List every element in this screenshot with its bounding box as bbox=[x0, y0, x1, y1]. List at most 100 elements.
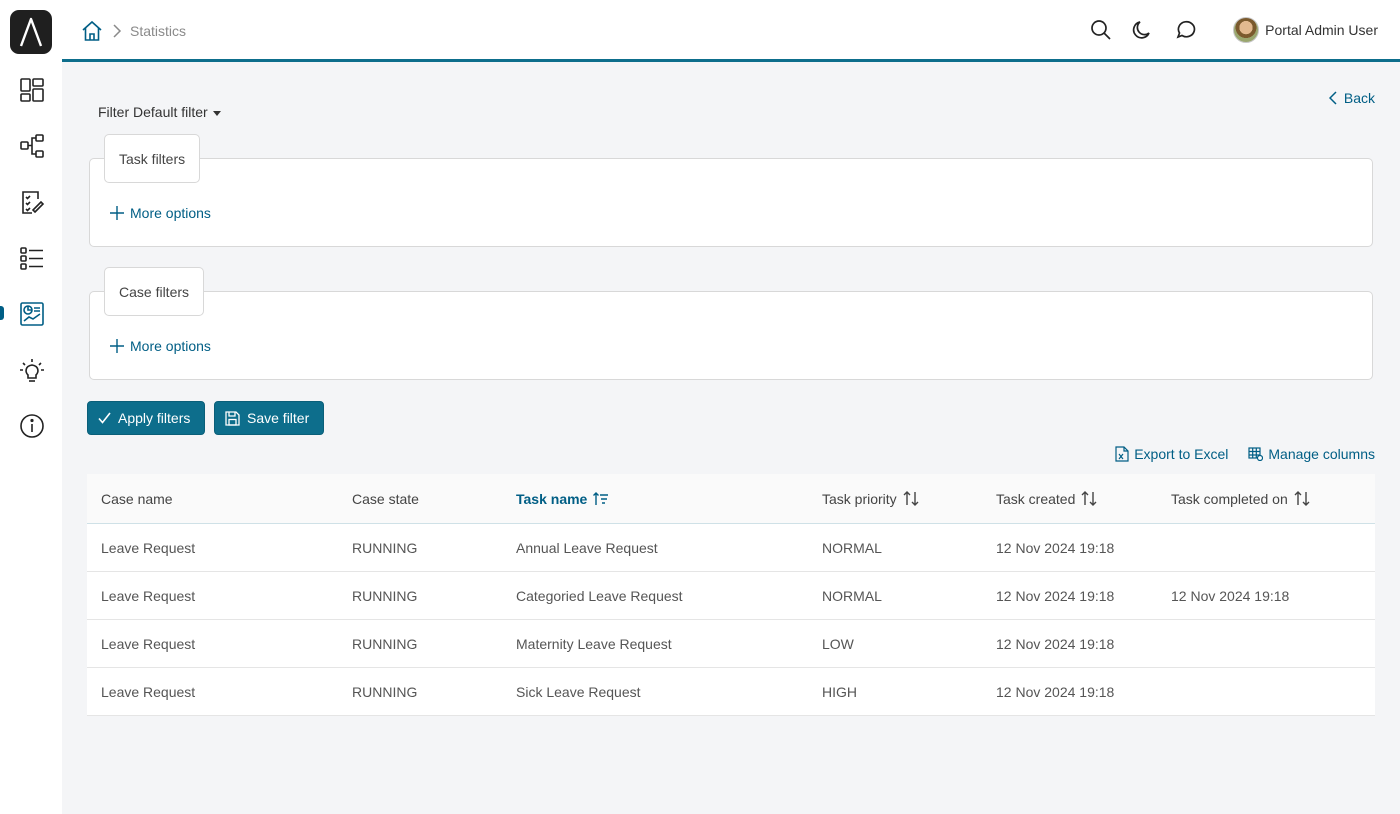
export-excel-label: Export to Excel bbox=[1134, 446, 1229, 462]
sort-icon bbox=[1294, 491, 1310, 506]
export-excel-link[interactable]: Export to Excel bbox=[1115, 446, 1228, 462]
plus-icon bbox=[110, 206, 124, 220]
save-filter-label: Save filter bbox=[247, 410, 310, 426]
cell-case-name: Leave Request bbox=[101, 635, 196, 652]
statistics-icon bbox=[20, 302, 44, 326]
home-icon bbox=[82, 20, 102, 41]
case-filters-panel bbox=[89, 291, 1373, 380]
filter-selector[interactable]: Filter Default filter bbox=[98, 104, 221, 120]
search-button[interactable] bbox=[1085, 14, 1117, 46]
chevron-left-icon bbox=[1328, 91, 1337, 105]
dashboard-icon bbox=[20, 78, 44, 102]
caret-down-icon bbox=[212, 110, 221, 116]
user-name: Portal Admin User bbox=[1265, 22, 1378, 38]
sidebar-item-statistics[interactable] bbox=[14, 296, 50, 332]
moon-icon bbox=[1133, 21, 1150, 39]
save-icon bbox=[225, 410, 240, 426]
cell-task-name: Categoried Leave Request bbox=[516, 587, 683, 604]
cell-task-created: 12 Nov 2024 19:18 bbox=[996, 587, 1115, 604]
save-filter-button[interactable]: Save filter bbox=[214, 401, 325, 435]
process-icon bbox=[20, 134, 44, 158]
sidebar-item-cases[interactable] bbox=[14, 240, 50, 276]
back-link[interactable]: Back bbox=[1328, 90, 1375, 106]
case-filters-legend: Case filters bbox=[104, 267, 205, 316]
cell-case-name: Leave Request bbox=[101, 683, 196, 700]
manage-columns-label: Manage columns bbox=[1268, 446, 1375, 462]
cell-task-created: 12 Nov 2024 19:18 bbox=[996, 635, 1115, 652]
user-menu[interactable]: Portal Admin User bbox=[1233, 17, 1378, 43]
column-header-task-name[interactable]: Task name bbox=[516, 474, 609, 523]
dark-mode-button[interactable] bbox=[1127, 14, 1159, 46]
table-row[interactable]: Leave Request RUNNING Maternity Leave Re… bbox=[87, 620, 1375, 668]
task-more-options-link[interactable]: More options bbox=[110, 205, 211, 221]
column-header-task-created[interactable]: Task created bbox=[996, 474, 1097, 523]
sidebar-item-ideas[interactable] bbox=[14, 352, 50, 388]
header-actions: Portal Admin User bbox=[1085, 14, 1400, 46]
column-header-case-name[interactable]: Case name bbox=[101, 474, 173, 523]
column-header-task-completed-on[interactable]: Task completed on bbox=[1171, 474, 1310, 523]
tasks-table: Case name Case state Task name Task prio… bbox=[87, 474, 1375, 716]
cell-task-priority: HIGH bbox=[822, 683, 857, 700]
active-nav-marker bbox=[0, 306, 4, 320]
cell-task-created: 12 Nov 2024 19:18 bbox=[996, 539, 1115, 556]
logo-lambda-icon bbox=[19, 17, 43, 47]
cell-task-name: Sick Leave Request bbox=[516, 683, 641, 700]
cell-case-name: Leave Request bbox=[101, 587, 196, 604]
cell-task-created: 12 Nov 2024 19:18 bbox=[996, 683, 1115, 700]
breadcrumb: Statistics bbox=[80, 19, 186, 43]
back-label: Back bbox=[1343, 90, 1375, 106]
task-filters-legend: Task filters bbox=[104, 134, 201, 183]
avatar bbox=[1233, 17, 1260, 43]
sidebar-item-processes[interactable] bbox=[14, 128, 50, 164]
apply-filters-button[interactable]: Apply filters bbox=[87, 401, 206, 435]
cell-task-completed-on: 12 Nov 2024 19:18 bbox=[1171, 587, 1290, 604]
column-header-task-priority[interactable]: Task priority bbox=[822, 474, 919, 523]
table-actions: Export to Excel Manage columns bbox=[1115, 446, 1375, 462]
cell-task-name: Maternity Leave Request bbox=[516, 635, 672, 652]
table-row[interactable]: Leave Request RUNNING Sick Leave Request… bbox=[87, 668, 1375, 716]
column-header-case-state[interactable]: Case state bbox=[352, 474, 419, 523]
cell-case-state: RUNNING bbox=[352, 635, 418, 652]
info-icon bbox=[20, 414, 44, 438]
app-logo[interactable] bbox=[10, 10, 52, 54]
task-filters-panel bbox=[89, 158, 1373, 247]
apply-filters-label: Apply filters bbox=[118, 410, 191, 426]
sidebar-item-dashboard[interactable] bbox=[14, 72, 50, 108]
case-list-icon bbox=[20, 247, 43, 270]
task-more-options-label: More options bbox=[130, 205, 211, 221]
manage-columns-link[interactable]: Manage columns bbox=[1248, 446, 1375, 462]
cell-case-state: RUNNING bbox=[352, 587, 418, 604]
search-icon bbox=[1091, 20, 1111, 40]
sidebar-item-about[interactable] bbox=[14, 408, 50, 444]
cell-case-state: RUNNING bbox=[352, 683, 418, 700]
cell-task-priority: NORMAL bbox=[822, 587, 882, 604]
excel-file-icon bbox=[1115, 446, 1129, 462]
case-more-options-link[interactable]: More options bbox=[110, 338, 211, 354]
cell-case-state: RUNNING bbox=[352, 539, 418, 556]
table-row[interactable]: Leave Request RUNNING Categoried Leave R… bbox=[87, 572, 1375, 620]
sort-ascending-icon bbox=[593, 491, 609, 505]
chevron-right-icon bbox=[113, 24, 122, 38]
filter-selector-label: Filter Default filter bbox=[98, 104, 208, 120]
task-list-icon bbox=[22, 191, 45, 214]
idea-icon bbox=[20, 359, 44, 382]
table-row[interactable]: Leave Request RUNNING Annual Leave Reque… bbox=[87, 524, 1375, 572]
sidebar-item-tasks[interactable] bbox=[14, 184, 50, 220]
breadcrumb-home[interactable] bbox=[80, 19, 104, 43]
table-header-row: Case name Case state Task name Task prio… bbox=[87, 474, 1375, 524]
cell-case-name: Leave Request bbox=[101, 539, 196, 556]
sort-icon bbox=[903, 491, 919, 506]
sort-icon bbox=[1081, 491, 1097, 506]
chat-button[interactable] bbox=[1169, 14, 1201, 46]
cell-task-name: Annual Leave Request bbox=[516, 539, 658, 556]
cell-task-priority: LOW bbox=[822, 635, 854, 652]
cell-task-priority: NORMAL bbox=[822, 539, 882, 556]
sidebar bbox=[0, 0, 62, 814]
chat-icon bbox=[1176, 20, 1196, 39]
check-icon bbox=[98, 412, 111, 424]
plus-icon bbox=[110, 339, 124, 353]
breadcrumb-current: Statistics bbox=[130, 23, 187, 39]
top-header: Statistics Portal Admin User bbox=[62, 0, 1400, 62]
columns-icon bbox=[1248, 447, 1264, 461]
case-more-options-label: More options bbox=[130, 338, 211, 354]
